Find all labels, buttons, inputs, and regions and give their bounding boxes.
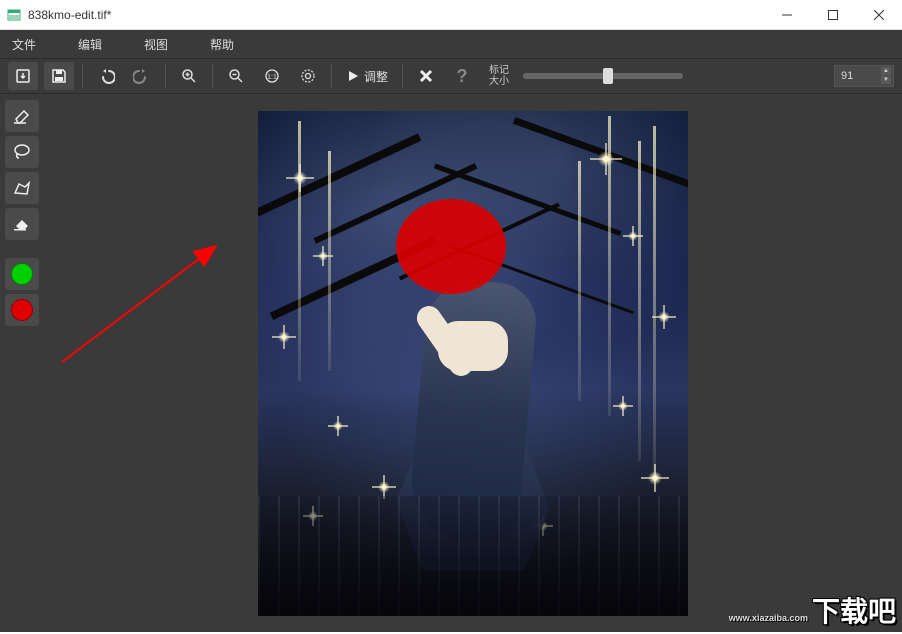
- menu-edit[interactable]: 编辑: [78, 36, 102, 53]
- save-button[interactable]: [44, 62, 74, 90]
- image-canvas[interactable]: [258, 111, 688, 616]
- cancel-button[interactable]: [411, 62, 441, 90]
- titlebar: 838kmo-edit.tif*: [0, 0, 902, 30]
- watermark: www.xiazaiba.com 下载吧: [729, 590, 896, 630]
- maximize-button[interactable]: [810, 0, 856, 29]
- help-button[interactable]: ?: [447, 62, 477, 90]
- spin-down[interactable]: ▼: [881, 76, 891, 84]
- red-marker-tool[interactable]: [5, 294, 39, 326]
- redo-button[interactable]: [127, 62, 157, 90]
- canvas-area: [44, 94, 902, 632]
- toolbar: 1:1 调整 ? 标记大小 91 ▲ ▼: [0, 58, 902, 94]
- minimize-button[interactable]: [764, 0, 810, 29]
- marker-size-label: 标记大小: [489, 65, 509, 87]
- eraser-soft-tool[interactable]: [5, 100, 39, 132]
- svg-text:1:1: 1:1: [267, 74, 277, 81]
- zoom-out-button[interactable]: [221, 62, 251, 90]
- watermark-url: www.xiazaiba.com: [729, 613, 808, 623]
- window-title: 838kmo-edit.tif*: [28, 8, 764, 22]
- green-dot-icon: [11, 263, 33, 285]
- close-window-button[interactable]: [856, 0, 902, 29]
- marker-size-slider[interactable]: [523, 73, 683, 79]
- play-adjust-button[interactable]: 调整: [340, 62, 394, 90]
- menu-help[interactable]: 帮助: [210, 36, 234, 53]
- watermark-text: 下载吧: [812, 590, 896, 630]
- slider-knob[interactable]: [603, 68, 613, 84]
- menu-view[interactable]: 视图: [144, 36, 168, 53]
- marker-size-value: 91: [841, 70, 853, 82]
- tool-palette: [0, 94, 44, 632]
- adjust-label: 调整: [364, 68, 388, 85]
- download-button[interactable]: [8, 62, 38, 90]
- marker-size-input[interactable]: 91 ▲ ▼: [834, 65, 894, 87]
- zoom-actual-button[interactable]: 1:1: [257, 62, 287, 90]
- zoom-in-button[interactable]: [174, 62, 204, 90]
- eraser-tool[interactable]: [5, 208, 39, 240]
- menu-file[interactable]: 文件: [12, 36, 36, 53]
- menubar: 文件 编辑 视图 帮助: [0, 30, 902, 58]
- polygon-tool[interactable]: [5, 172, 39, 204]
- lasso-tool[interactable]: [5, 136, 39, 168]
- red-marker-overlay: [396, 199, 506, 294]
- green-marker-tool[interactable]: [5, 258, 39, 290]
- app-icon: [6, 7, 22, 23]
- undo-button[interactable]: [91, 62, 121, 90]
- red-dot-icon: [11, 299, 33, 321]
- spin-up[interactable]: ▲: [881, 67, 891, 75]
- zoom-fit-button[interactable]: [293, 62, 323, 90]
